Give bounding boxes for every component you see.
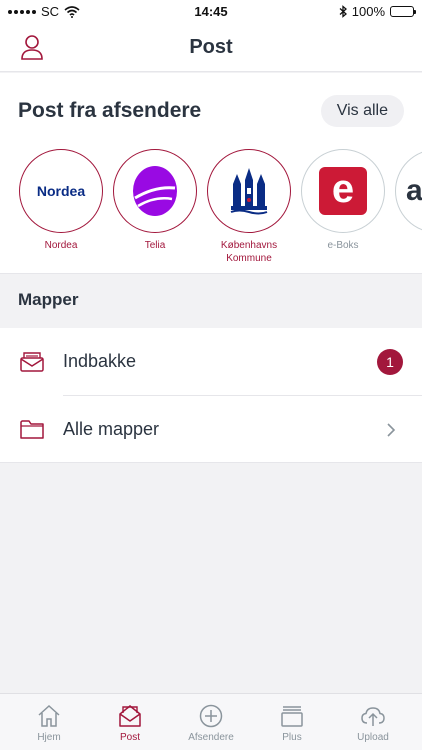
page-title: Post [189,36,233,58]
sender-e-boks[interactable]: e e-Boks [300,149,386,252]
tab-bar: Hjem Post Afsendere Plus Upload [0,693,422,750]
sender-kobenhavns-kommune[interactable]: Københavns Kommune [206,149,292,265]
tab-plus[interactable]: Plus [250,694,334,750]
nordea-logo: Nordea [36,183,86,199]
bluetooth-icon [339,5,347,18]
unread-count-badge: 1 [377,349,403,375]
stack-icon [281,706,303,727]
sender-carousel[interactable]: Nordea Nordea Telia Københavns Kommune e… [0,149,422,269]
sender-telia[interactable]: Telia [112,149,198,252]
battery-icon [390,6,416,17]
tab-label: Upload [357,732,389,743]
folder-icon [20,420,44,439]
home-icon [38,704,60,727]
sender-name: e-Boks [327,240,359,251]
sender-nordea[interactable]: Nordea Nordea [18,149,104,252]
sender-logo: a [406,174,422,207]
tab-label: Plus [282,732,302,743]
sender-avatar [113,149,197,233]
status-bar: SC 14:45 100% [0,0,422,24]
tab-afsendere[interactable]: Afsendere [169,694,253,750]
telia-logo [133,166,177,216]
tab-label: Hjem [37,732,61,743]
e-boks-logo: e [319,167,367,215]
chevron-right-icon [387,423,396,437]
tab-upload[interactable]: Upload [331,694,415,750]
inbox-icon [20,352,44,372]
tab-label: Post [119,732,140,743]
sender-name: Nordea [44,240,78,251]
sender-avatar: Nordea [19,149,103,233]
battery-percent: 100% [351,4,385,19]
senders-section: Post fra afsendere Vis alle Nordea Norde… [0,73,422,274]
folder-label: Alle mapper [63,419,160,439]
cloud-upload-icon [361,707,385,726]
plus-circle-icon [199,704,223,728]
folders-heading: Mapper [18,290,79,309]
kobenhavn-coat-of-arms-icon [230,168,268,215]
tab-hjem[interactable]: Hjem [7,694,91,750]
show-all-button[interactable]: Vis alle [320,95,404,127]
folder-label: Indbakke [63,351,137,371]
sender-name: Telia [144,240,166,251]
folder-item-alle-mapper[interactable]: Alle mapper [0,396,422,463]
sender-avatar [207,149,291,233]
tab-label: Afsendere [188,732,234,743]
mail-icon [119,705,141,727]
folder-item-indbakke[interactable]: Indbakke 1 [0,328,422,396]
sender-avatar: e [301,149,385,233]
folder-list: Indbakke 1 Alle mapper [0,328,422,463]
sender-avatar: a [395,149,422,233]
sender-partial[interactable]: a [394,149,422,233]
tab-post[interactable]: Post [88,694,172,750]
senders-heading: Post fra afsendere [18,99,202,122]
nav-bar: Post [0,24,422,72]
sender-name: Københavns Kommune [220,240,278,264]
